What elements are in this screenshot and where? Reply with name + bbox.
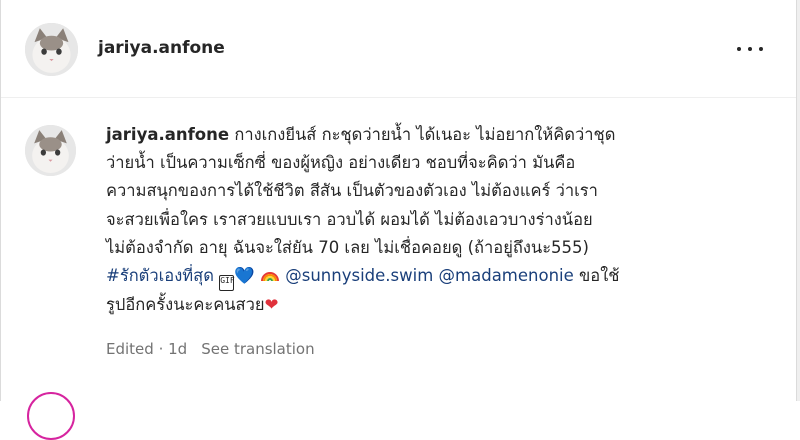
hashtag-link[interactable]: #รักตัวเองที่สุด <box>106 266 214 285</box>
scrollbar-track[interactable] <box>796 0 800 401</box>
caption-line: ไม่ต้องจำกัด อายุ ฉันจะใส่ยัน 70 เลย ไม่… <box>106 237 589 257</box>
mention-link[interactable]: @madamenonie <box>439 266 574 285</box>
dot <box>748 47 752 51</box>
mention-link[interactable]: @sunnyside.swim <box>285 266 433 285</box>
header-divider <box>1 97 796 98</box>
caption-line: ความสนุกของการได้ใช้ชีวิต สีสัน เป็นตัวข… <box>106 181 598 201</box>
meta-separator: · <box>153 340 169 358</box>
caption-line: รูปอีกครั้งนะคะคนสวย❤ <box>106 291 786 319</box>
edited-label: Edited <box>106 340 154 358</box>
caption-line: จะสวยเพื่อใคร เราสวยแบบเรา อวบได้ ผอมได้… <box>106 209 593 229</box>
comment-meta: Edited · 1d See translation <box>106 340 315 358</box>
caption-text-segment: รูปอีกครั้งนะคะคนสวย <box>106 295 265 315</box>
comment-avatar[interactable] <box>25 125 76 176</box>
comment-age[interactable]: 1d <box>168 340 187 358</box>
caption-line: ว่ายน้ำ เป็นความเซ็กซี่ ของผู้หญิง อย่าง… <box>106 153 576 173</box>
cat-face-icon <box>25 23 78 76</box>
rainbow-icon <box>260 272 279 282</box>
next-comment-avatar[interactable] <box>27 392 75 440</box>
comment-username[interactable]: jariya.anfone <box>106 125 229 144</box>
post-author-username[interactable]: jariya.anfone <box>98 38 225 58</box>
see-translation-button[interactable]: See translation <box>201 340 314 358</box>
caption-line: jariya.anfone กางเกงยีนส์ กะชุดว่ายน้ำ ไ… <box>106 121 786 149</box>
caption-text-segment: ขอใช้ <box>573 266 620 286</box>
red-heart-icon: ❤ <box>264 295 279 315</box>
cat-avatar[interactable] <box>25 23 78 76</box>
window-left-border <box>0 0 1 401</box>
caption-text-segment: กางเกงยีนส์ กะชุดว่ายน้ำ ได้เนอะ ไม่อยาก… <box>229 125 616 144</box>
caption-line: #รักตัวเองที่สุด GIF💙 @sunnyside.swim @m… <box>106 262 786 292</box>
blue-heart-icon: 💙 <box>234 266 255 286</box>
gif-icon: GIF <box>219 275 235 292</box>
more-options-icon[interactable] <box>737 42 763 56</box>
dot <box>737 47 741 51</box>
dot <box>759 47 763 51</box>
caption-text: jariya.anfone กางเกงยีนส์ กะชุดว่ายน้ำ ไ… <box>106 121 786 319</box>
cat-face-icon <box>25 125 76 176</box>
